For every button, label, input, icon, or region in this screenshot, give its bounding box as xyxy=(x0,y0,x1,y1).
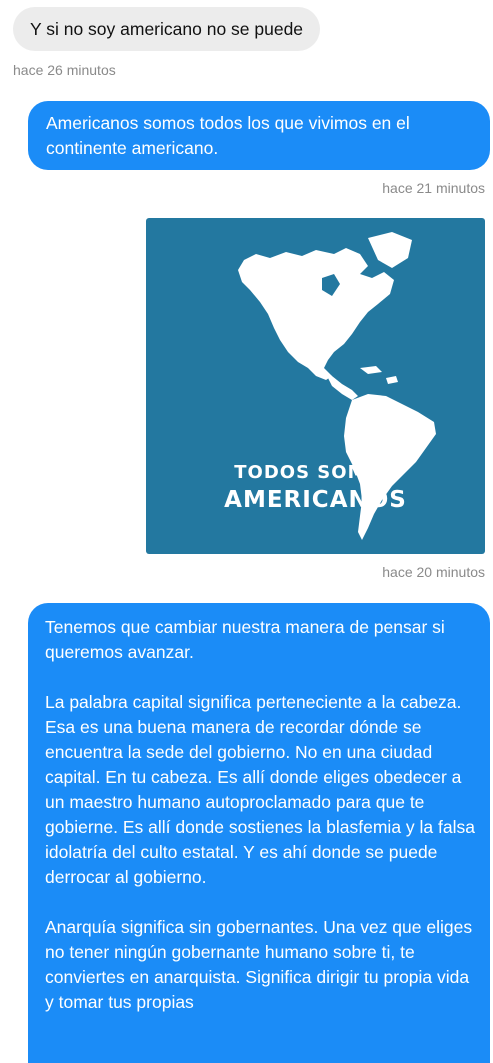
outgoing-message-text: Americanos somos todos los que vivimos e… xyxy=(46,113,410,158)
message-paragraph: Tenemos que cambiar nuestra manera de pe… xyxy=(45,617,445,662)
message-timestamp: hace 20 minutos xyxy=(382,564,485,580)
outgoing-message[interactable]: Americanos somos todos los que vivimos e… xyxy=(28,101,490,170)
message-paragraph: Anarquía significa sin gobernantes. Una … xyxy=(45,917,473,1012)
message-timestamp: hace 26 minutos xyxy=(13,62,116,78)
message-paragraph: La palabra capital significa pertenecien… xyxy=(45,692,475,887)
message-timestamp: hace 21 minutos xyxy=(382,180,485,196)
incoming-message-text: Y si no soy americano no se puede xyxy=(30,19,304,39)
chat-thread: Y si no soy americano no se puede hace 2… xyxy=(0,0,493,1063)
image-message[interactable]: TODOS SOMOS AMERICANOS xyxy=(146,218,485,554)
outgoing-message-long[interactable]: Tenemos que cambiar nuestra manera de pe… xyxy=(28,603,490,1063)
incoming-message[interactable]: Y si no soy americano no se puede xyxy=(13,7,321,51)
image-caption-line-1: TODOS SOMOS xyxy=(234,462,397,483)
image-caption-line-2: AMERICANOS xyxy=(224,487,407,513)
